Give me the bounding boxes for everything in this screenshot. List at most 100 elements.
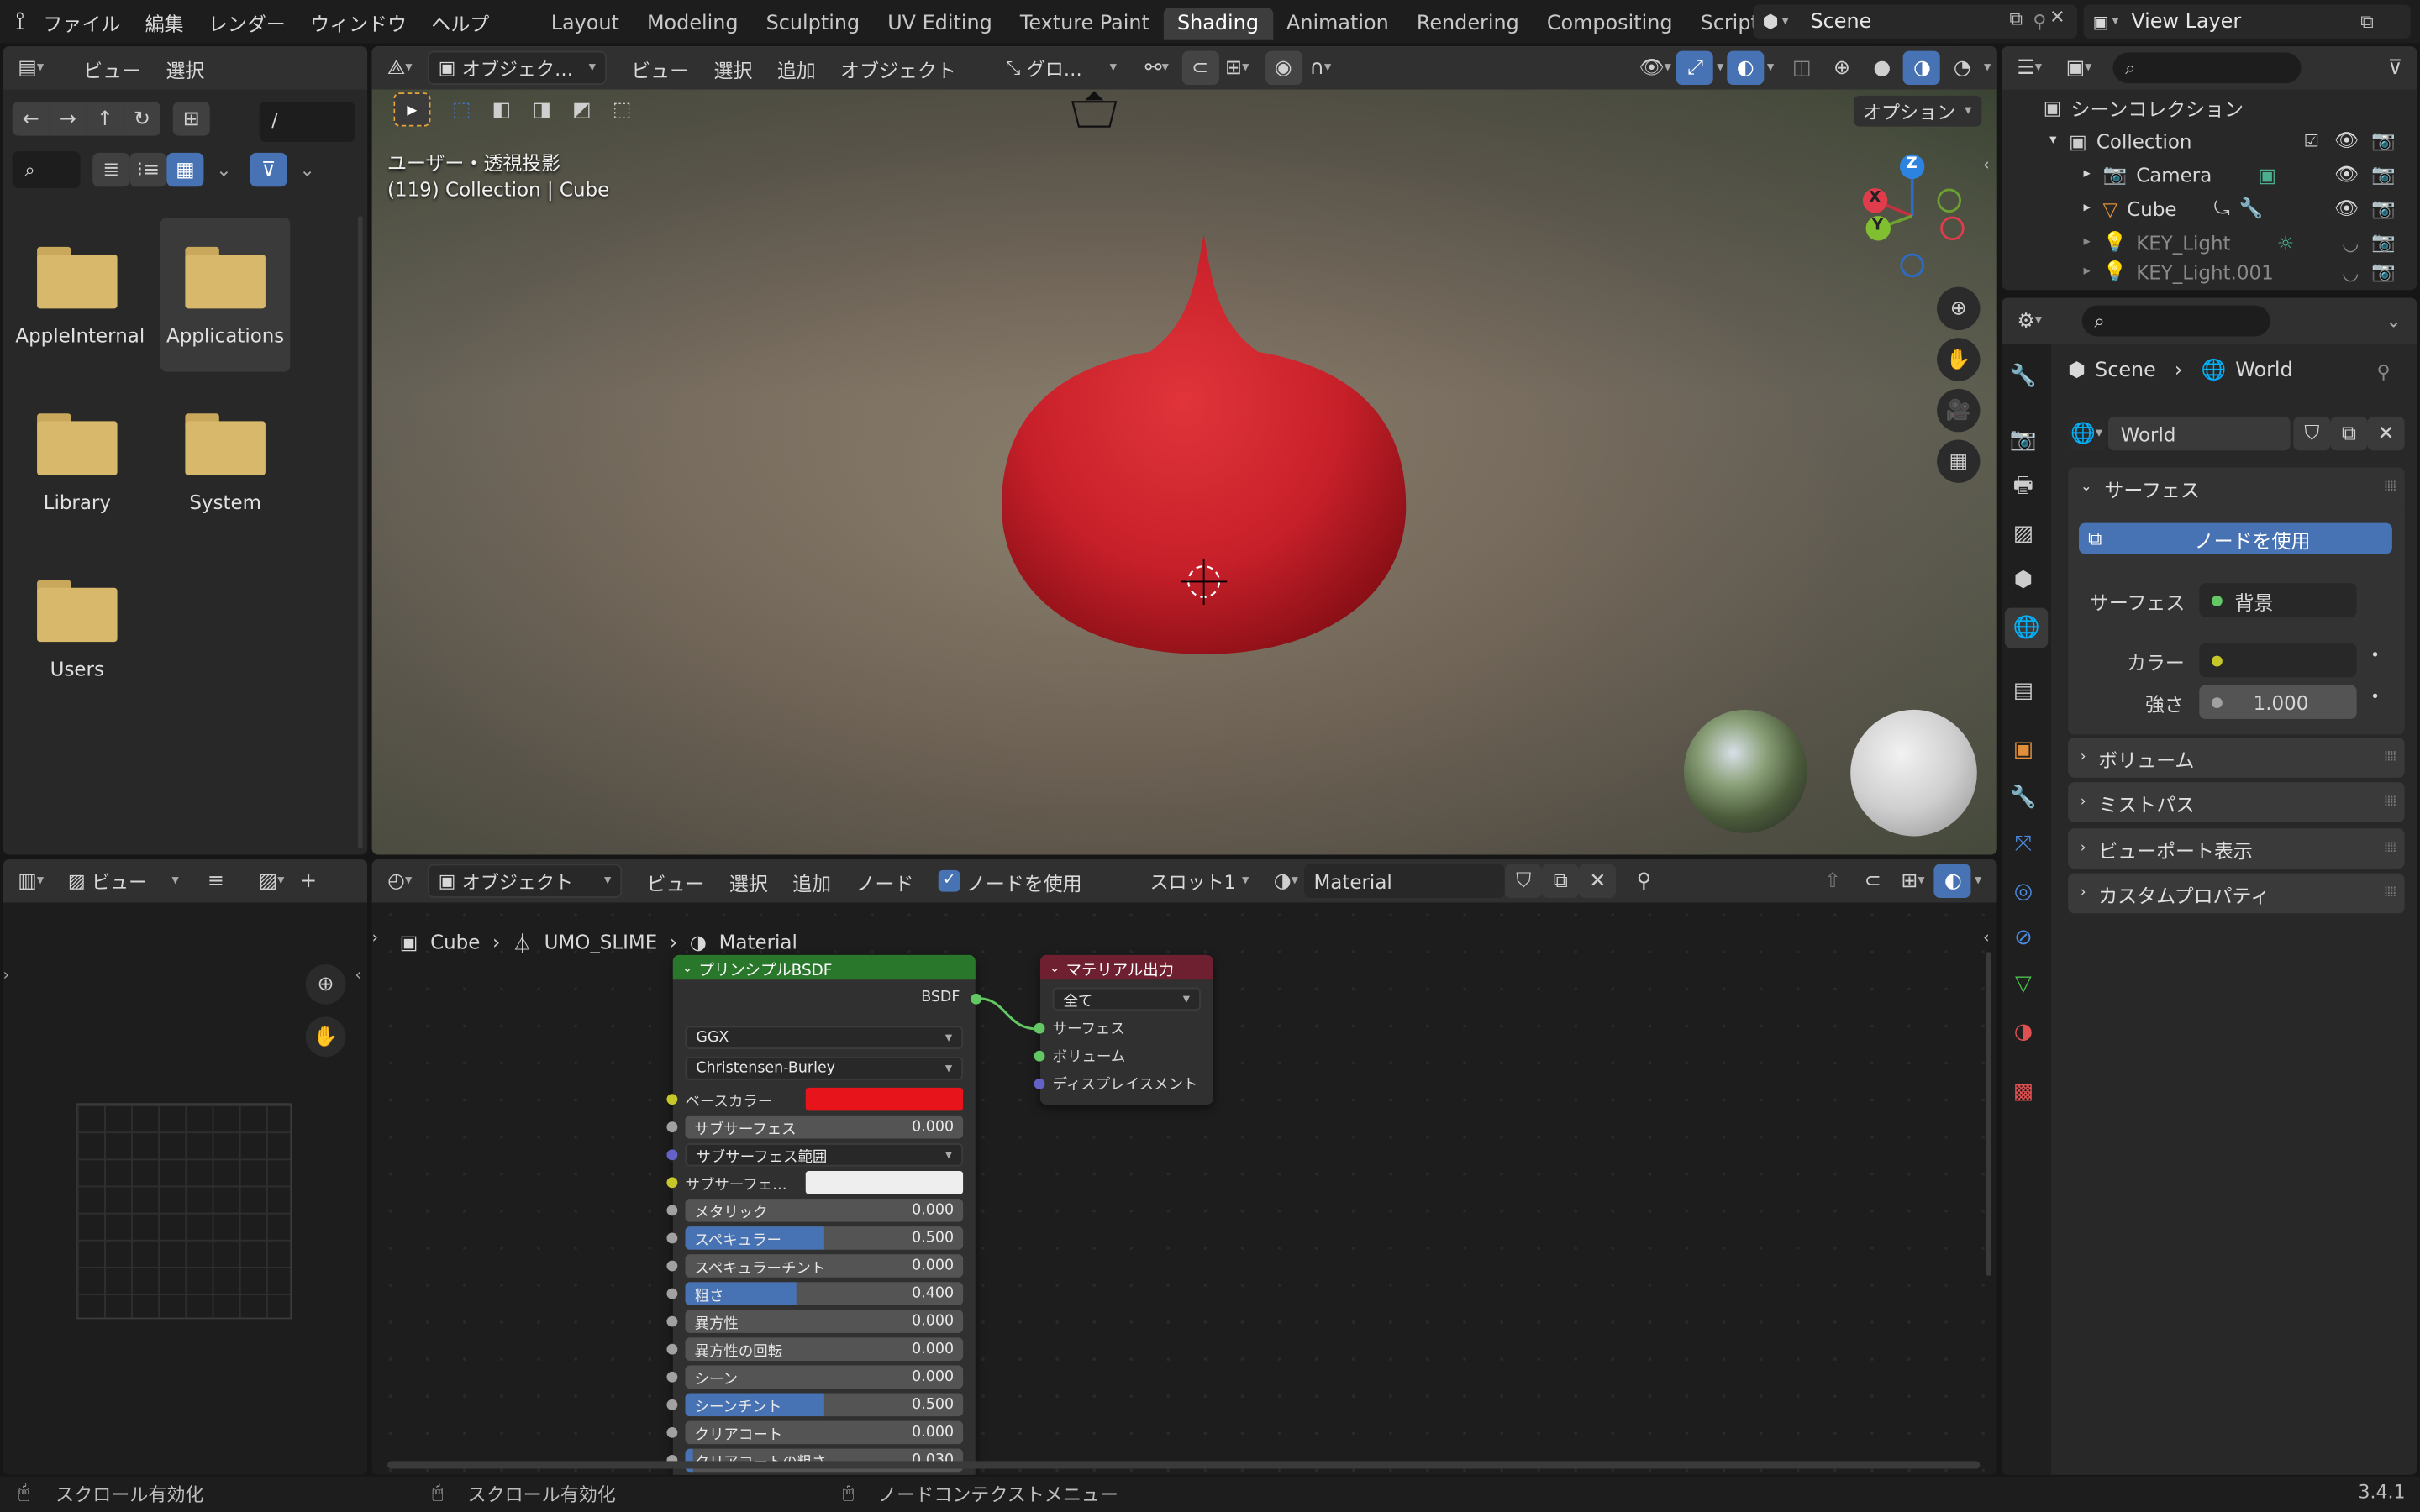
eye-closed-icon[interactable]: ◡	[2342, 231, 2359, 255]
editor-type-icon[interactable]: ⟁ ▾	[381, 51, 418, 85]
chevron-down-icon[interactable]: ▾	[1984, 60, 1991, 76]
node-header[interactable]: ⌄ プリンシプルBSDF	[672, 954, 976, 980]
folder-item-selected[interactable]: Applications	[160, 217, 291, 372]
use-nodes-button[interactable]: ⧉ ノードを使用	[2079, 522, 2392, 554]
outliner-root[interactable]: ▣ シーンコレクション	[2007, 90, 2405, 123]
shading-material-icon[interactable]: ◑	[1903, 50, 1941, 86]
subsurface-socket[interactable]	[666, 1121, 678, 1133]
expand-chevron-icon[interactable]: ▾	[2049, 133, 2056, 148]
search-input[interactable]: ⌕	[2081, 305, 2270, 337]
editor-type-icon[interactable]: ⚙ ▾	[2011, 304, 2048, 338]
node-editor-v-scrollbar[interactable]	[1986, 952, 1991, 1276]
overlay-toggle-icon[interactable]: ◐	[1727, 50, 1765, 86]
snap-icon[interactable]: ⊂	[1181, 50, 1219, 86]
subsurface-method-dropdown[interactable]: Christensen-Burley ▾	[685, 1057, 964, 1080]
scene-tab-icon[interactable]: ⬢	[2002, 560, 2044, 601]
view-layer-selector[interactable]: ▣ ▾ View Layer ⧉	[2083, 4, 2411, 39]
orientation-dropdown[interactable]: ⤡ グロ… ▾	[996, 50, 1126, 86]
world-browse-icon[interactable]: 🌐 ▾	[2068, 416, 2106, 451]
world-name-field[interactable]: World	[2107, 416, 2291, 451]
particles-tab-icon[interactable]: ⤧	[2002, 824, 2044, 864]
select-extend-icon[interactable]: ◧	[483, 92, 520, 126]
node-header[interactable]: ⌄ マテリアル出力	[1039, 954, 1213, 980]
constraints-tab-icon[interactable]: ⊘	[2002, 918, 2044, 958]
eye-closed-icon[interactable]: ◡	[2342, 260, 2359, 283]
snap-target-icon[interactable]: ⊞ ▾	[1218, 51, 1255, 85]
sidebar-toggle-icon[interactable]: ‹	[355, 968, 360, 984]
outliner-item[interactable]: ▸ 📷 Camera ▣ 👁 📷	[2007, 157, 2405, 191]
gizmo-toggle-icon[interactable]: ⤢	[1676, 50, 1714, 86]
tab-layout[interactable]: Layout	[537, 8, 633, 40]
new-folder-icon[interactable]: ⊞	[172, 102, 210, 136]
menu-render[interactable]: レンダー	[196, 7, 297, 36]
color-field[interactable]	[2199, 643, 2357, 678]
drag-grip-icon[interactable]: ⁞⁞⁞⁞	[2384, 750, 2397, 765]
expand-chevron-icon[interactable]: ▸	[2084, 264, 2091, 279]
select-invert-icon[interactable]: ◩	[563, 92, 600, 126]
input-socket[interactable]	[666, 1205, 678, 1216]
proportional-edit-icon[interactable]: ◉	[1265, 50, 1302, 86]
material-output-node[interactable]: ⌄ マテリアル出力 全て ▾ サーフェス ボリューム ディスプレイスメント	[1034, 954, 1213, 1105]
editor-type-icon[interactable]: ◴ ▾	[381, 864, 418, 898]
folder-item[interactable]: Library	[15, 413, 139, 514]
use-nodes-checkbox[interactable]: ✓	[938, 869, 960, 892]
expand-chevron-icon[interactable]: ▸	[2084, 234, 2091, 249]
tab-rendering[interactable]: Rendering	[1402, 8, 1533, 40]
navigation-gizmo[interactable]: Z X Y	[1854, 151, 1977, 281]
search-input[interactable]: ⌕	[12, 150, 81, 189]
image-view-dropdown[interactable]: ▨ ビュー ▾	[58, 864, 188, 898]
base-color-socket[interactable]	[666, 1094, 678, 1105]
material-browse-icon[interactable]: ◑ ▾	[1267, 864, 1304, 898]
slot-dropdown[interactable]: スロット1 ▾	[1140, 864, 1259, 898]
collection-tab-icon[interactable]: ▤	[2002, 671, 2044, 711]
display-mode-icon[interactable]: ▣ ▾	[2060, 51, 2097, 85]
render-camera-icon[interactable]: 📷	[2371, 260, 2396, 284]
input-socket[interactable]	[666, 1315, 678, 1327]
volume-panel-header[interactable]: › ボリューム ⁞⁞⁞⁞	[2068, 737, 2405, 778]
display-list-icon[interactable]: ≣	[92, 152, 130, 187]
menu-add[interactable]: 追加	[781, 866, 844, 895]
keyframe-dot-icon[interactable]: •	[2370, 648, 2380, 664]
render-tab-icon[interactable]: 📷	[2002, 420, 2044, 460]
sidebar-toggle-icon[interactable]: ‹	[1983, 931, 1989, 948]
slime-object[interactable]	[996, 228, 1413, 660]
fake-user-shield-icon[interactable]: ⛉	[2293, 416, 2331, 451]
display-detail-icon[interactable]: ⁝≡	[129, 152, 167, 187]
new-image-icon[interactable]: +	[290, 864, 327, 898]
zoom-icon[interactable]: ⊕	[305, 963, 346, 1005]
folder-item[interactable]: System	[164, 413, 287, 514]
falloff-icon[interactable]: ∩ ▾	[1302, 51, 1339, 85]
unlink-material-icon[interactable]: ✕	[1579, 864, 1617, 898]
menu-edit[interactable]: 編集	[133, 7, 196, 36]
menu-window[interactable]: ウィンドウ	[297, 7, 418, 36]
editor-type-icon[interactable]: ▤ ▾	[13, 51, 50, 85]
folder-item[interactable]: AppleInternal	[15, 246, 145, 347]
menu-add[interactable]: 追加	[765, 53, 828, 82]
menu-select[interactable]: 選択	[154, 53, 217, 82]
shading-wireframe-icon[interactable]: ⊕	[1823, 51, 1860, 85]
mist-pass-panel-header[interactable]: › ミストパス ⁞⁞⁞⁞	[2068, 782, 2405, 822]
texture-tab-icon[interactable]: ▩	[2002, 1073, 2044, 1113]
toolbar-toggle-icon[interactable]: ›	[372, 931, 378, 948]
outliner-collection[interactable]: ▾ ▣ Collection ☑ 👁 📷	[2007, 123, 2405, 157]
viewport-display-panel-header[interactable]: › ビューポート表示 ⁞⁞⁞⁞	[2068, 828, 2405, 869]
eye-icon[interactable]: 👁	[2334, 128, 2359, 152]
overlay-toggle-icon[interactable]: ◐	[1934, 864, 1972, 898]
ortho-toggle-icon[interactable]: ▦	[1937, 439, 1981, 483]
bsdf-value-field[interactable]: 異方性の回転 0.000	[685, 1337, 964, 1361]
collapse-chevron-icon[interactable]: ⌄	[1050, 960, 1060, 974]
new-scene-icon[interactable]: ⧉	[2009, 8, 2023, 31]
folder-item[interactable]: Users	[15, 580, 139, 680]
options-dropdown[interactable]: オプション ▾	[1853, 95, 1981, 127]
world-tab-icon[interactable]: 🌐	[2004, 607, 2049, 648]
base-color-swatch[interactable]	[805, 1087, 964, 1111]
render-camera-icon[interactable]: 📷	[2371, 162, 2396, 186]
tab-modeling[interactable]: Modeling	[633, 8, 752, 40]
collapse-chevron-icon[interactable]: ⌄	[682, 960, 692, 974]
sidebar-toggle-icon[interactable]: ‹	[1983, 157, 1989, 174]
surface-input-socket[interactable]	[1034, 1022, 1045, 1034]
search-input[interactable]: ⌕	[2112, 52, 2302, 84]
outliner-item[interactable]: ▸ ▽ Cube ⤿ 🔧 👁 📷	[2007, 192, 2405, 225]
unlink-world-icon[interactable]: ✕	[2367, 416, 2405, 451]
menu-select[interactable]: 選択	[717, 866, 780, 895]
